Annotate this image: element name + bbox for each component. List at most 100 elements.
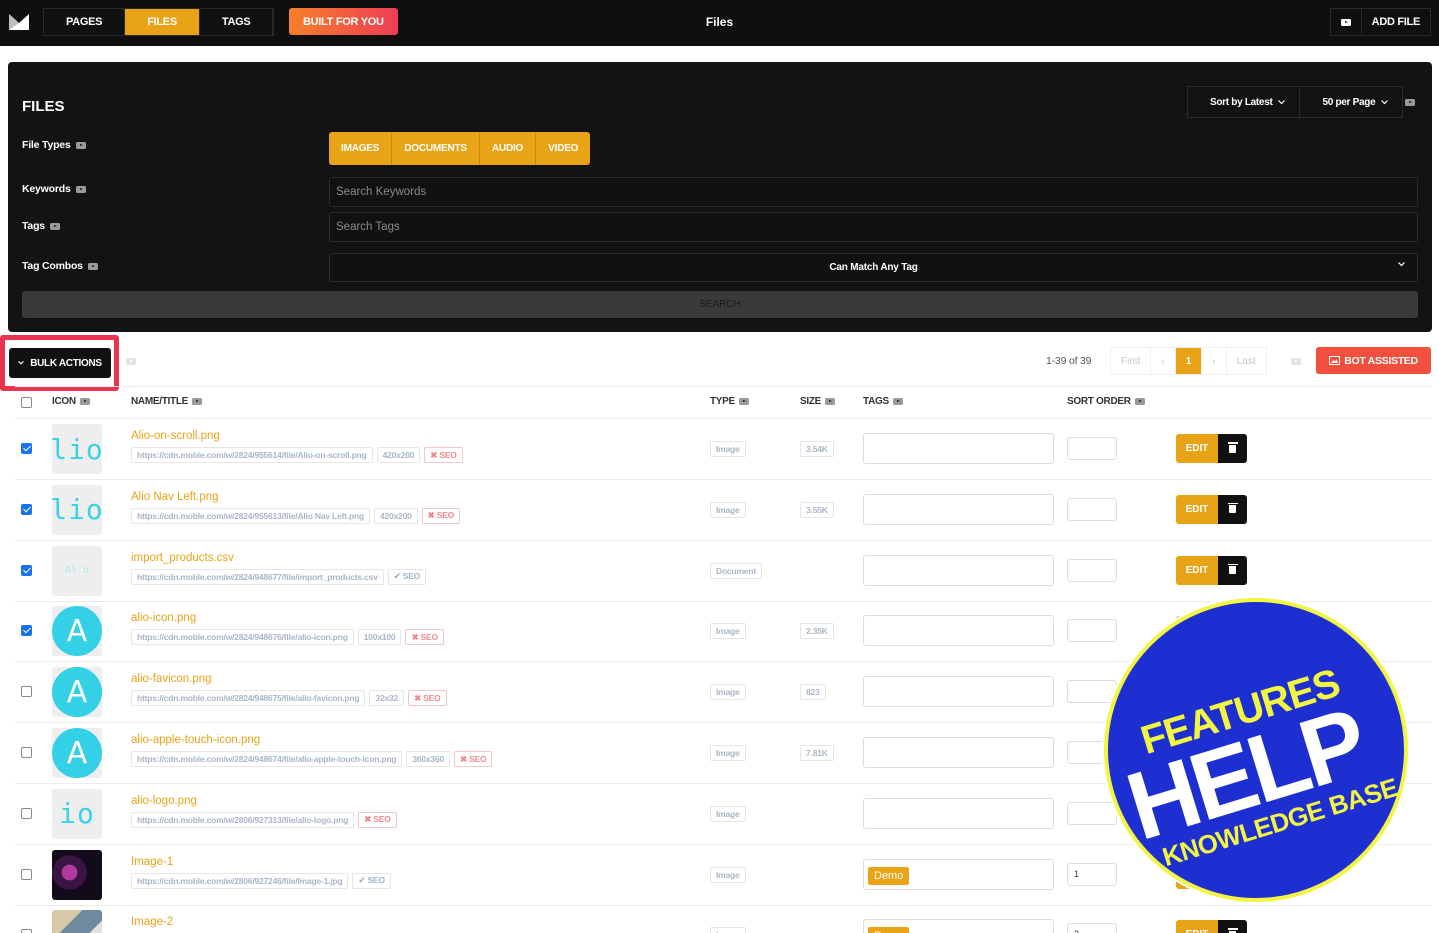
bot-assisted-button[interactable]: BOT ASSISTED: [1316, 347, 1431, 374]
seo-badge[interactable]: ✔ SEO: [387, 568, 427, 585]
row-checkbox[interactable]: [21, 868, 32, 880]
sort-order-input[interactable]: [1067, 801, 1117, 825]
nav-tab-pages[interactable]: PAGES: [44, 9, 126, 35]
file-thumbnail[interactable]: A: [52, 606, 102, 657]
video-help-icon[interactable]: [1134, 398, 1145, 405]
bulk-actions-button[interactable]: BULK ACTIONS: [9, 348, 111, 378]
add-file-button[interactable]: ADD FILE: [1362, 9, 1430, 35]
tags-input[interactable]: [863, 433, 1054, 464]
sort-order-input[interactable]: [1067, 497, 1117, 521]
video-help-icon[interactable]: [126, 358, 136, 365]
video-help-icon[interactable]: [892, 398, 903, 405]
page-last[interactable]: Last: [1227, 348, 1266, 374]
file-url-link[interactable]: https://cdn.moble.com/w/2806/927313/file…: [131, 811, 355, 828]
row-checkbox[interactable]: [21, 686, 32, 698]
page-prev[interactable]: ‹: [1151, 348, 1176, 374]
video-help-icon[interactable]: [1405, 99, 1415, 106]
file-thumbnail[interactable]: [52, 849, 102, 900]
tags-input[interactable]: [863, 737, 1054, 768]
logo-icon[interactable]: [9, 12, 29, 32]
delete-button[interactable]: [1218, 434, 1247, 463]
page-first[interactable]: First: [1111, 348, 1152, 374]
delete-button[interactable]: [1218, 920, 1247, 933]
video-help-icon[interactable]: [738, 398, 749, 405]
type-video-button[interactable]: VIDEO: [536, 132, 590, 165]
row-checkbox[interactable]: [21, 503, 32, 515]
search-button[interactable]: SEARCH: [22, 291, 1418, 318]
tags-input[interactable]: [863, 615, 1054, 647]
type-images-button[interactable]: IMAGES: [329, 132, 393, 165]
tags-input[interactable]: [863, 554, 1054, 586]
file-url-link[interactable]: https://cdn.moble.com/w/2824/948676/file…: [131, 629, 354, 646]
file-name-link[interactable]: Alio-on-scroll.png: [131, 430, 220, 442]
sort-order-input[interactable]: [1067, 437, 1117, 460]
file-thumbnail[interactable]: A: [52, 667, 102, 718]
video-help-icon[interactable]: [192, 398, 202, 405]
edit-button[interactable]: EDIT: [1176, 494, 1218, 524]
nav-tab-tags[interactable]: TAGS: [199, 9, 274, 35]
file-thumbnail[interactable]: [52, 910, 102, 933]
delete-button[interactable]: [1218, 494, 1247, 524]
video-help-icon[interactable]: [825, 398, 836, 405]
seo-badge[interactable]: ✖ SEO: [358, 811, 397, 828]
tags-input[interactable]: Demo: [863, 919, 1054, 933]
seo-badge[interactable]: ✖ SEO: [421, 507, 461, 524]
built-for-you-button[interactable]: BUILT FOR YOU: [289, 8, 398, 35]
tag-combos-select[interactable]: Can Match Any Tag: [329, 253, 1418, 282]
sort-order-input[interactable]: 2: [1067, 923, 1117, 933]
page-next[interactable]: ›: [1202, 348, 1227, 374]
nav-tab-files[interactable]: FILES: [125, 9, 200, 35]
file-name-link[interactable]: Image-1: [131, 856, 173, 868]
file-thumbnail[interactable]: Al'o: [52, 545, 102, 596]
file-url-link[interactable]: https://cdn.moble.com/w/2824/948674/file…: [131, 751, 403, 767]
seo-badge[interactable]: ✔ SEO: [352, 872, 391, 889]
file-name-link[interactable]: alio-icon.png: [131, 612, 196, 624]
tags-input[interactable]: [863, 493, 1054, 525]
video-help-button[interactable]: [1331, 9, 1362, 35]
delete-button[interactable]: [1218, 555, 1247, 585]
file-name-link[interactable]: alio-apple-touch-icon.png: [131, 734, 260, 746]
row-checkbox[interactable]: [21, 807, 32, 819]
file-url-link[interactable]: https://cdn.moble.com/w/2806/927246/file…: [131, 872, 349, 889]
sort-order-input[interactable]: [1067, 680, 1117, 704]
per-page-dropdown[interactable]: 50 per Page: [1300, 87, 1402, 117]
video-help-icon[interactable]: [75, 141, 86, 149]
sort-order-input[interactable]: 1: [1067, 862, 1117, 886]
video-help-icon[interactable]: [87, 262, 98, 270]
tags-input[interactable]: [863, 797, 1054, 829]
sort-order-input[interactable]: [1067, 619, 1117, 643]
file-name-link[interactable]: Alio Nav Left.png: [131, 491, 219, 503]
tag-chip[interactable]: Demo: [868, 927, 910, 933]
seo-badge[interactable]: ✖ SEO: [405, 629, 444, 646]
row-checkbox[interactable]: [21, 564, 32, 576]
row-checkbox[interactable]: [21, 747, 32, 758]
row-checkbox[interactable]: [21, 625, 32, 637]
file-thumbnail[interactable]: lio: [52, 484, 102, 535]
seo-badge[interactable]: ✖ SEO: [424, 447, 463, 463]
file-thumbnail[interactable]: A: [52, 728, 102, 778]
edit-button[interactable]: EDIT: [1176, 555, 1218, 585]
type-documents-button[interactable]: DOCUMENTS: [392, 132, 480, 165]
file-thumbnail[interactable]: io: [52, 788, 102, 839]
file-url-link[interactable]: https://cdn.moble.com/w/2824/955614/file…: [131, 447, 373, 463]
tags-input[interactable]: Demo: [863, 858, 1054, 890]
keywords-input[interactable]: Search Keywords: [329, 177, 1418, 207]
video-help-icon[interactable]: [1291, 358, 1301, 365]
sort-order-input[interactable]: [1067, 558, 1117, 582]
video-help-icon[interactable]: [49, 222, 60, 230]
tags-input[interactable]: Search Tags: [329, 212, 1418, 242]
row-checkbox[interactable]: [21, 929, 32, 933]
video-help-icon[interactable]: [79, 398, 90, 405]
video-help-icon[interactable]: [75, 185, 86, 193]
edit-button[interactable]: EDIT: [1176, 920, 1218, 933]
file-name-link[interactable]: alio-logo.png: [131, 795, 197, 807]
file-url-link[interactable]: https://cdn.moble.com/w/2824/948675/file…: [131, 690, 366, 707]
tags-input[interactable]: [863, 676, 1054, 708]
tag-chip[interactable]: Demo: [868, 866, 910, 885]
seo-badge[interactable]: ✖ SEO: [454, 751, 493, 767]
file-name-link[interactable]: Image-2: [131, 916, 173, 928]
sort-dropdown[interactable]: Sort by Latest: [1188, 87, 1301, 117]
type-audio-button[interactable]: AUDIO: [480, 132, 537, 165]
file-name-link[interactable]: alio-favicon.png: [131, 673, 212, 685]
file-url-link[interactable]: https://cdn.moble.com/w/2824/955613/file…: [131, 507, 370, 524]
